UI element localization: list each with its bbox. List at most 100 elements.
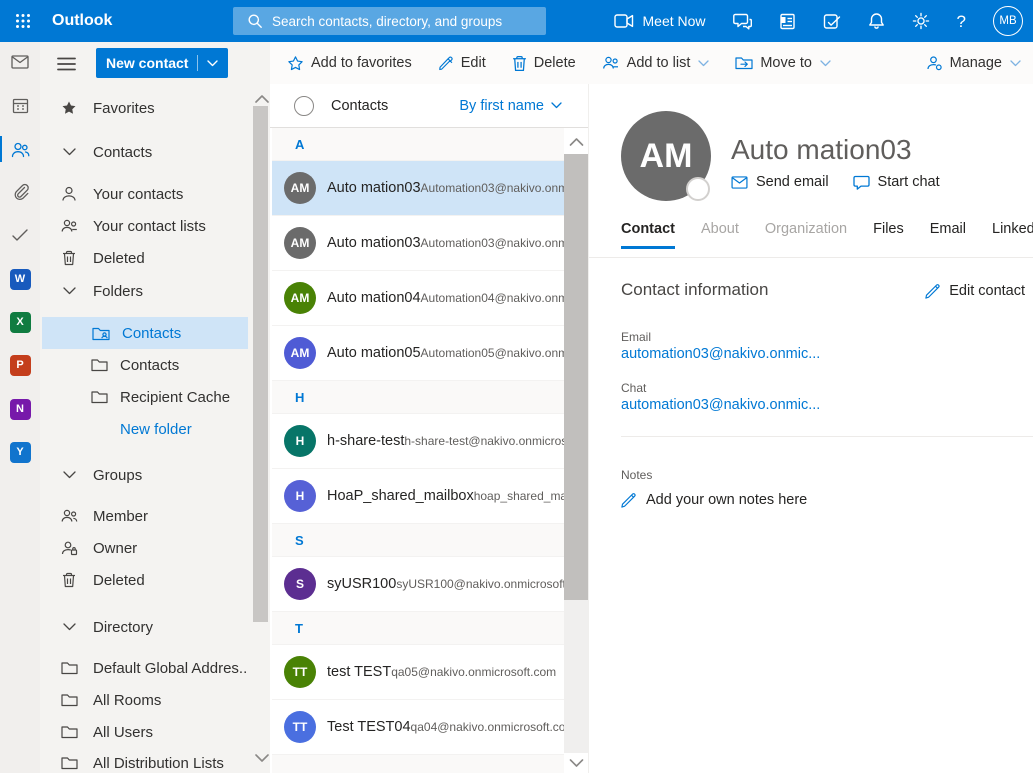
chevron-down-icon: [60, 148, 78, 156]
rail-tasks-button[interactable]: [0, 219, 40, 251]
rail-yammer-button[interactable]: Y: [0, 436, 40, 468]
select-all-checkbox[interactable]: [294, 96, 314, 116]
hamburger-menu-icon[interactable]: [54, 52, 78, 76]
sidebar-scroll-up[interactable]: [253, 90, 271, 106]
chevron-down-icon: [60, 287, 78, 295]
sidebar-group-contacts[interactable]: Contacts: [40, 136, 248, 168]
sidebar-folder-contacts-selected[interactable]: Contacts: [42, 317, 248, 349]
tab-email[interactable]: Email: [930, 221, 966, 249]
rail-mail-button[interactable]: [0, 46, 40, 78]
sidebar-item-all-rooms[interactable]: All Rooms: [40, 684, 248, 716]
sidebar-item-all-users[interactable]: All Users: [40, 716, 248, 748]
sidebar-label: All Rooms: [93, 692, 161, 709]
sidebar-item-deleted[interactable]: Deleted: [40, 242, 248, 274]
sidebar-item-member[interactable]: Member: [40, 500, 248, 532]
sidebar-scrollbar-thumb[interactable]: [253, 106, 268, 622]
person-owner-icon: [60, 540, 78, 556]
feed-button[interactable]: [779, 13, 796, 30]
contact-row[interactable]: H h-share-testh-share-test@nakivo.onmicr…: [272, 414, 564, 469]
sidebar-label: Your contact lists: [93, 218, 206, 235]
help-button[interactable]: ?: [957, 13, 966, 30]
notifications-button[interactable]: [868, 12, 885, 30]
search-input[interactable]: Search contacts, directory, and groups: [233, 7, 546, 35]
list-title: Contacts: [331, 98, 388, 114]
chat-value-link[interactable]: automation03@nakivo.onmic...: [621, 397, 820, 413]
avatar: TT: [284, 711, 316, 743]
checkmark-icon: [11, 228, 29, 242]
camera-icon: [614, 14, 634, 28]
rail-word-button[interactable]: W: [0, 263, 40, 295]
sidebar-label: Favorites: [93, 100, 155, 117]
tab-files[interactable]: Files: [873, 221, 904, 249]
manage-button[interactable]: Manage: [926, 55, 1021, 71]
contact-name: Auto mation03: [327, 235, 421, 251]
person-icon: [60, 186, 78, 202]
contact-row[interactable]: TT Test TEST04qa04@nakivo.onmicrosoft.co…: [272, 700, 564, 755]
contact-row[interactable]: S syUSR100syUSR100@nakivo.onmicrosoft.co…: [272, 557, 564, 612]
contact-email: hoap_shared_mailbox@nakivo.onmicroso...: [474, 489, 564, 503]
avatar: AM: [284, 282, 316, 314]
send-email-button[interactable]: Send email: [731, 174, 829, 190]
detail-tabs: Contact About Organization Files Email L…: [621, 221, 1033, 249]
add-to-favorites-button[interactable]: Add to favorites: [287, 55, 412, 72]
sidebar-folder-recipient-cache[interactable]: Recipient Cache: [40, 381, 248, 413]
sidebar-group-groups[interactable]: Groups: [40, 459, 248, 491]
sidebar-scroll-down[interactable]: [253, 750, 271, 766]
avatar: AM: [284, 172, 316, 204]
contact-row[interactable]: AM Auto mation03Automation03@nakivo.onmi…: [272, 161, 564, 216]
sidebar-new-folder-link[interactable]: New folder: [40, 413, 248, 445]
contact-name: h-share-test: [327, 433, 404, 449]
contact-list-pane: Contacts By first name A AM Auto mation0…: [270, 84, 588, 773]
new-contact-button[interactable]: New contact: [96, 48, 228, 78]
sidebar-item-default-gal[interactable]: Default Global Addres...: [40, 652, 248, 684]
star-icon: [60, 100, 78, 116]
rail-people-button[interactable]: [0, 133, 40, 165]
list-scroll-up[interactable]: [564, 131, 588, 151]
settings-button[interactable]: [912, 12, 930, 30]
rail-powerpoint-button[interactable]: P: [0, 349, 40, 381]
sidebar-group-folders[interactable]: Folders: [40, 275, 248, 307]
sidebar-item-owner[interactable]: Owner: [40, 532, 248, 564]
start-chat-button[interactable]: Start chat: [853, 174, 940, 190]
sidebar-item-groups-deleted[interactable]: Deleted: [40, 564, 248, 596]
app-launcher-icon[interactable]: [0, 0, 46, 42]
rail-attachments-button[interactable]: [0, 176, 40, 208]
delete-button[interactable]: Delete: [512, 55, 576, 72]
tab-contact[interactable]: Contact: [621, 221, 675, 249]
contact-row[interactable]: AM Auto mation04Automation04@nakivo.onmi…: [272, 271, 564, 326]
move-to-button[interactable]: Move to: [735, 55, 831, 71]
list-scrollbar-thumb[interactable]: [564, 154, 588, 600]
edit-contact-button[interactable]: Edit contact: [925, 283, 1025, 299]
rail-onenote-button[interactable]: N: [0, 393, 40, 425]
rail-excel-button[interactable]: X: [0, 306, 40, 338]
sidebar-item-your-contact-lists[interactable]: Your contact lists: [40, 210, 248, 242]
sidebar-item-your-contacts[interactable]: Your contacts: [40, 178, 248, 210]
add-to-list-button[interactable]: Add to list: [602, 55, 710, 71]
sort-by-dropdown[interactable]: By first name: [459, 98, 562, 114]
tab-linkedin[interactable]: LinkedIn: [992, 221, 1033, 249]
contact-email: qa05@nakivo.onmicrosoft.com: [391, 665, 556, 679]
contact-email: Automation05@nakivo.onmicrosoft.com: [421, 346, 564, 360]
sidebar-item-all-distribution-lists[interactable]: All Distribution Lists: [40, 747, 248, 779]
contact-row[interactable]: AM Auto mation03Automation03@nakivo.onmi…: [272, 216, 564, 271]
contact-row[interactable]: H HoaP_shared_mailboxhoap_shared_mailbox…: [272, 469, 564, 524]
meet-now-button[interactable]: Meet Now: [614, 13, 706, 29]
contact-row[interactable]: TT test TESTqa05@nakivo.onmicrosoft.com: [272, 645, 564, 700]
contact-row[interactable]: AM Auto mation05Automation05@nakivo.onmi…: [272, 326, 564, 381]
sidebar-item-favorites[interactable]: Favorites: [40, 92, 248, 124]
tab-organization[interactable]: Organization: [765, 221, 847, 249]
yammer-icon: Y: [10, 442, 31, 463]
edit-button[interactable]: Edit: [438, 55, 486, 71]
list-scroll-down[interactable]: [564, 753, 588, 773]
tab-about[interactable]: About: [701, 221, 739, 249]
rail-calendar-button[interactable]: [0, 89, 40, 121]
chevron-down-icon[interactable]: [207, 60, 218, 67]
chevron-down-icon: [820, 60, 831, 67]
email-value-link[interactable]: automation03@nakivo.onmic...: [621, 346, 820, 362]
account-button[interactable]: MB: [993, 6, 1023, 36]
sidebar-group-directory[interactable]: Directory: [40, 611, 248, 643]
todo-button[interactable]: [823, 13, 841, 30]
sidebar-folder-contacts[interactable]: Contacts: [40, 349, 248, 381]
add-notes-button[interactable]: Add your own notes here: [621, 492, 807, 508]
chat-button[interactable]: [733, 13, 752, 30]
